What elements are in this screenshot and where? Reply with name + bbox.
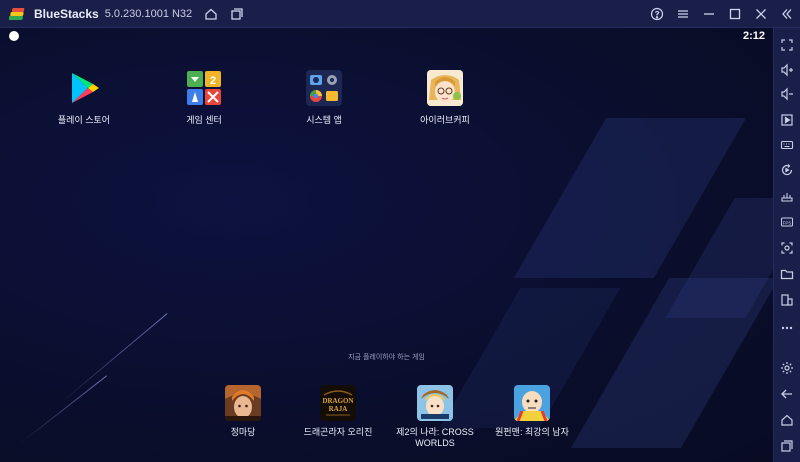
- fps-icon[interactable]: FPS: [779, 214, 795, 230]
- ni-no-kuni-icon: [417, 385, 453, 421]
- android-home-screen: 2:12 플레이 스토어 2 게임 센터 시스템 앱 아이러브커피 지금 플레이…: [0, 28, 773, 462]
- game-ni-no-kuni[interactable]: 제2의 나라: CROSS WORLDS: [385, 385, 485, 449]
- rotate-icon[interactable]: [779, 162, 795, 178]
- game-label: 드래곤라자 오리진: [303, 427, 373, 437]
- app-play-store[interactable]: 플레이 스토어: [29, 70, 139, 126]
- dragon-raja-icon: DRAGON RAJA: [320, 385, 356, 421]
- svg-text:2: 2: [210, 75, 216, 87]
- close-icon[interactable]: [748, 0, 774, 28]
- volume-up-icon[interactable]: [779, 62, 795, 78]
- play-store-icon: [66, 70, 102, 106]
- game-jeongmadang[interactable]: 정마당: [193, 385, 293, 438]
- game-dragon-raja[interactable]: DRAGON RAJA 드래곤라자 오리진: [288, 385, 388, 438]
- app-label: 게임 센터: [186, 115, 222, 125]
- game-label: 정마당: [230, 427, 256, 437]
- system-apps-icon: [306, 70, 342, 106]
- recent-apps-icon[interactable]: [779, 438, 795, 454]
- game-one-punch-man[interactable]: 원펀맨: 최강의 남자: [482, 385, 582, 438]
- help-icon[interactable]: [644, 0, 670, 28]
- app-label: 시스템 앱: [306, 115, 342, 125]
- home-icon[interactable]: [779, 412, 795, 428]
- svg-text:RAJA: RAJA: [329, 405, 348, 413]
- keyboard-icon[interactable]: [779, 137, 795, 153]
- i-love-coffee-icon: [427, 70, 463, 106]
- recent-games-title: 지금 플레이하야 하는 게임: [348, 354, 425, 361]
- macro-icon[interactable]: [779, 188, 795, 204]
- home-icon[interactable]: [198, 0, 224, 28]
- menu-icon[interactable]: [670, 0, 696, 28]
- fullscreen-icon[interactable]: [779, 37, 795, 53]
- game-label: 원펀맨: 최강의 남자: [495, 427, 569, 437]
- one-punch-man-icon: [514, 385, 550, 421]
- android-status-bar: 2:12: [0, 28, 773, 44]
- app-label: 아이러브커피: [420, 115, 470, 125]
- svg-text:DRAGON: DRAGON: [322, 397, 353, 405]
- app-system-apps[interactable]: 시스템 앱: [269, 70, 379, 126]
- notification-icon: [9, 31, 19, 41]
- settings-icon[interactable]: [779, 360, 795, 376]
- more-icon[interactable]: [779, 320, 795, 336]
- multi-instance-icon[interactable]: [779, 292, 795, 308]
- app-i-love-coffee[interactable]: 아이러브커피: [390, 70, 500, 126]
- app-label: 플레이 스토어: [57, 115, 111, 125]
- bluestacks-logo-icon: [8, 5, 27, 23]
- background-streak: [19, 375, 107, 444]
- svg-text:FPS: FPS: [783, 220, 792, 225]
- collapse-sidebar-icon[interactable]: [774, 0, 800, 28]
- game-label: 제2의 나라: CROSS WORLDS: [396, 427, 474, 448]
- folder-icon[interactable]: [779, 266, 795, 282]
- minimize-icon[interactable]: [696, 0, 722, 28]
- app-title: BlueStacks: [34, 6, 99, 21]
- volume-down-icon[interactable]: [779, 86, 795, 102]
- maximize-icon[interactable]: [722, 0, 748, 28]
- game-center-icon: 2: [186, 70, 222, 106]
- jeongmadang-icon: [225, 385, 261, 421]
- app-version: 5.0.230.1001 N32: [104, 7, 193, 20]
- multi-window-icon[interactable]: [224, 0, 250, 28]
- right-toolbar: FPS: [773, 28, 800, 462]
- screenshot-icon[interactable]: [779, 240, 795, 256]
- back-icon[interactable]: [779, 386, 795, 402]
- title-bar: BlueStacks 5.0.230.1001 N32: [0, 0, 800, 28]
- status-clock: 2:12: [742, 30, 765, 42]
- media-icon[interactable]: [779, 112, 795, 128]
- app-game-center[interactable]: 2 게임 센터: [149, 70, 259, 126]
